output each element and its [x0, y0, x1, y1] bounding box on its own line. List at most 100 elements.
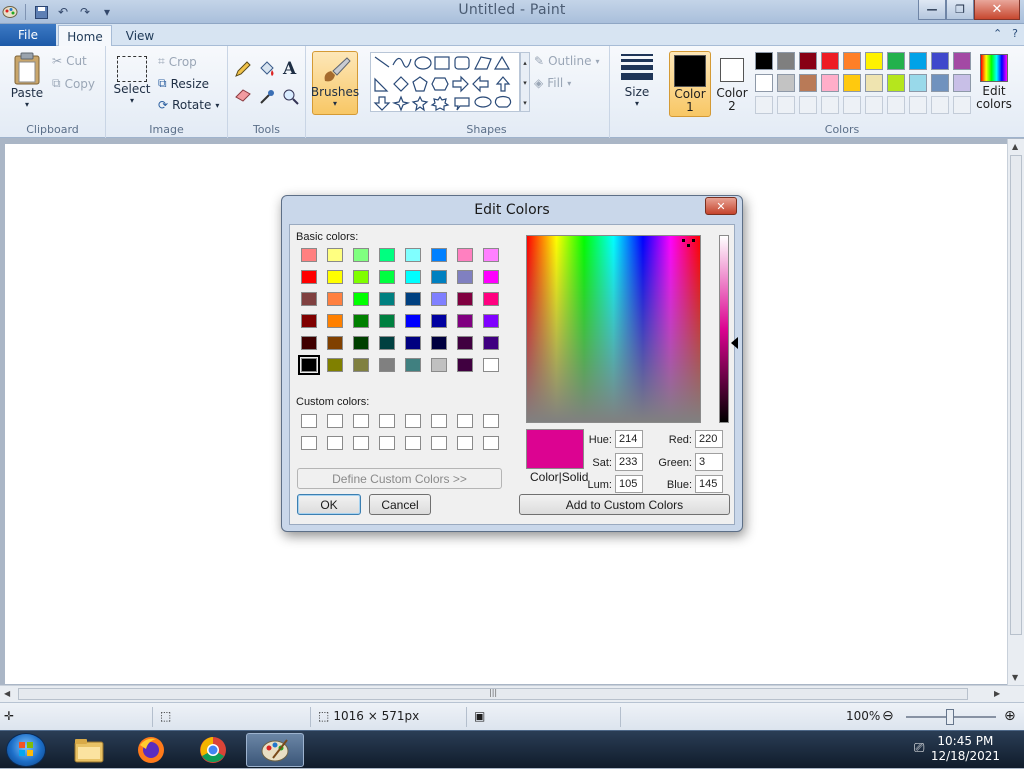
palette-swatch[interactable] — [799, 52, 817, 70]
help-icon[interactable]: ? — [1012, 27, 1018, 40]
basic-color-swatch[interactable] — [457, 314, 473, 328]
basic-color-swatch[interactable] — [405, 336, 421, 350]
paint-taskbar-button[interactable] — [246, 733, 304, 767]
restore-button[interactable]: ❐ — [946, 0, 974, 20]
palette-swatch[interactable] — [843, 52, 861, 70]
basic-color-swatch[interactable] — [327, 358, 343, 372]
tab-file[interactable]: File — [0, 24, 56, 46]
cancel-button[interactable]: Cancel — [369, 494, 431, 515]
basic-color-swatch[interactable] — [327, 270, 343, 284]
custom-color-swatch[interactable] — [483, 436, 499, 450]
palette-swatch[interactable] — [909, 52, 927, 70]
basic-color-swatch[interactable] — [353, 270, 369, 284]
palette-empty-swatch[interactable] — [843, 96, 861, 114]
palette-swatch[interactable] — [755, 74, 773, 92]
tab-home[interactable]: Home — [58, 25, 112, 47]
scroll-up-arrow-icon[interactable]: ▲ — [1012, 142, 1018, 151]
custom-color-swatch[interactable] — [483, 414, 499, 428]
tab-view[interactable]: View — [118, 25, 162, 47]
palette-swatch[interactable] — [821, 52, 839, 70]
custom-color-swatch[interactable] — [457, 414, 473, 428]
paste-button[interactable]: Paste ▾ — [8, 52, 46, 109]
palette-swatch[interactable] — [887, 74, 905, 92]
brushes-button[interactable]: Brushes ▾ — [311, 51, 359, 115]
color1-button[interactable]: Color 1 — [669, 51, 711, 117]
basic-color-swatch[interactable] — [431, 358, 447, 372]
pencil-icon[interactable] — [234, 60, 252, 78]
basic-color-swatch[interactable] — [457, 292, 473, 306]
custom-color-swatch[interactable] — [457, 436, 473, 450]
basic-color-swatch[interactable] — [405, 248, 421, 262]
custom-color-swatch[interactable] — [353, 414, 369, 428]
palette-swatch[interactable] — [865, 52, 883, 70]
palette-swatch[interactable] — [931, 74, 949, 92]
basic-color-swatch[interactable] — [483, 248, 499, 262]
color2-button[interactable]: Color 2 — [713, 51, 751, 117]
basic-color-swatch[interactable] — [379, 314, 395, 328]
basic-color-swatch[interactable] — [483, 358, 499, 372]
fill-button[interactable]: ◈ Fill ▾ — [534, 76, 571, 90]
custom-color-swatch[interactable] — [405, 414, 421, 428]
basic-color-swatch[interactable] — [327, 314, 343, 328]
palette-empty-swatch[interactable] — [887, 96, 905, 114]
palette-swatch[interactable] — [843, 74, 861, 92]
basic-color-swatch[interactable] — [379, 270, 395, 284]
magnifier-icon[interactable] — [282, 88, 300, 106]
minimize-button[interactable]: — — [918, 0, 946, 20]
minimize-ribbon-icon[interactable]: ⌃ — [993, 27, 1002, 40]
basic-color-swatch[interactable] — [405, 292, 421, 306]
palette-swatch[interactable] — [755, 52, 773, 70]
palette-empty-swatch[interactable] — [931, 96, 949, 114]
palette-empty-swatch[interactable] — [777, 96, 795, 114]
scroll-down-arrow-icon[interactable]: ▼ — [1012, 673, 1018, 682]
basic-color-swatch[interactable] — [431, 292, 447, 306]
start-button[interactable] — [6, 733, 46, 767]
custom-color-swatch[interactable] — [431, 414, 447, 428]
custom-color-swatch[interactable] — [353, 436, 369, 450]
select-button[interactable]: Select ▾ — [113, 56, 151, 105]
define-custom-colors-button[interactable]: Define Custom Colors >> — [297, 468, 502, 489]
custom-color-swatch[interactable] — [301, 414, 317, 428]
custom-color-swatch[interactable] — [327, 414, 343, 428]
network-icon[interactable]: ⎚ — [914, 741, 924, 756]
firefox-taskbar-button[interactable] — [122, 733, 180, 767]
palette-swatch[interactable] — [953, 74, 971, 92]
basic-color-swatch[interactable] — [327, 292, 343, 306]
basic-color-swatch[interactable] — [301, 336, 317, 350]
palette-swatch[interactable] — [887, 52, 905, 70]
zoom-slider-thumb[interactable] — [946, 709, 954, 725]
basic-color-swatch[interactable] — [405, 270, 421, 284]
scroll-right-arrow-icon[interactable]: ▶ — [994, 689, 1000, 698]
basic-color-swatch[interactable] — [353, 358, 369, 372]
palette-swatch[interactable] — [821, 74, 839, 92]
basic-color-swatch[interactable] — [457, 270, 473, 284]
fill-bucket-icon[interactable] — [258, 60, 276, 78]
resize-button[interactable]: ⧉ Resize — [158, 76, 209, 91]
scroll-left-arrow-icon[interactable]: ◀ — [4, 689, 10, 698]
basic-color-swatch[interactable] — [353, 292, 369, 306]
basic-color-swatch[interactable] — [431, 248, 447, 262]
basic-color-swatch[interactable] — [405, 314, 421, 328]
copy-button[interactable]: ⧉ Copy — [52, 76, 95, 91]
palette-empty-swatch[interactable] — [865, 96, 883, 114]
palette-swatch[interactable] — [865, 74, 883, 92]
outline-button[interactable]: ✎ Outline ▾ — [534, 54, 600, 68]
basic-color-swatch[interactable] — [301, 292, 317, 306]
explorer-taskbar-button[interactable] — [60, 733, 118, 767]
sat-field[interactable]: 233 — [615, 453, 643, 471]
basic-color-swatch[interactable] — [353, 314, 369, 328]
ok-button[interactable]: OK — [297, 494, 361, 515]
basic-color-swatch[interactable] — [457, 336, 473, 350]
edit-colors-button[interactable]: Edit colors — [976, 54, 1012, 120]
basic-color-swatch[interactable] — [353, 248, 369, 262]
vertical-scroll-thumb[interactable] — [1010, 155, 1022, 635]
custom-color-swatch[interactable] — [431, 436, 447, 450]
palette-empty-swatch[interactable] — [953, 96, 971, 114]
basic-color-swatch[interactable] — [379, 358, 395, 372]
palette-swatch[interactable] — [777, 52, 795, 70]
luminosity-arrow-icon[interactable] — [731, 337, 738, 349]
color-spectrum[interactable] — [526, 235, 701, 423]
size-button[interactable]: Size ▾ — [618, 54, 656, 108]
palette-empty-swatch[interactable] — [799, 96, 817, 114]
palette-swatch[interactable] — [777, 74, 795, 92]
